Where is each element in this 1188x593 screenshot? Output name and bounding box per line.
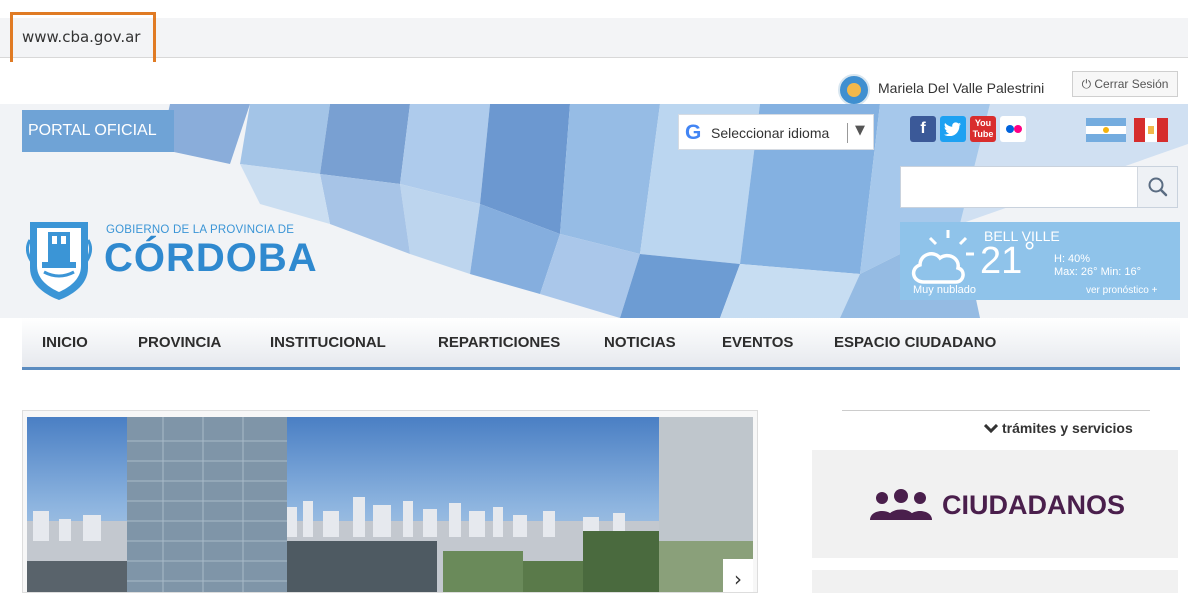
tramites-servicios-label: trámites y servicios	[1002, 420, 1133, 436]
weather-description: Muy nublado	[913, 284, 976, 296]
nav-item-reparticiones[interactable]: REPARTICIONES	[438, 334, 560, 351]
chevron-down-icon: ▼	[855, 123, 865, 138]
language-select-label: Seleccionar idioma	[711, 125, 830, 141]
language-select[interactable]: G Seleccionar idioma ▼	[678, 114, 874, 150]
argentina-flag-icon[interactable]	[1086, 118, 1126, 142]
search-box	[900, 166, 1178, 208]
nav-item-eventos[interactable]: EVENTOS	[722, 334, 793, 351]
slider-image	[27, 417, 753, 592]
tramites-servicios-toggle[interactable]: trámites y servicios	[983, 420, 1133, 436]
user-bar: Mariela Del Valle Palestrini ⏻ Cerrar Se…	[0, 62, 1188, 106]
weather-humidity: H: 40%	[1054, 253, 1091, 265]
user-avatar-icon	[838, 74, 870, 106]
twitter-icon[interactable]	[940, 116, 966, 142]
page: www.cba.gov.ar Mariela Del Valle Palestr…	[0, 0, 1188, 593]
logo-title[interactable]: CÓRDOBA	[104, 236, 318, 281]
weather-forecast-link[interactable]: ver pronóstico +	[1086, 285, 1157, 296]
portal-oficial-tag: PORTAL OFICIAL	[22, 110, 174, 152]
google-icon: G	[685, 121, 702, 144]
site-header: PORTAL OFICIAL G Seleccionar idioma ▼ f …	[0, 104, 1188, 318]
ciudadanos-label: CIUDADANOS	[942, 490, 1126, 520]
nav-item-noticias[interactable]: NOTICIAS	[604, 334, 676, 351]
search-input[interactable]	[901, 167, 1137, 207]
nav-item-institucional[interactable]: INSTITUCIONAL	[270, 334, 386, 351]
nav-item-espacio-ciudadano[interactable]: ESPACIO CIUDADANO	[834, 334, 996, 351]
weather-degree-symbol: °	[1024, 236, 1036, 267]
chevron-down-icon	[983, 424, 999, 434]
weather-widget[interactable]: BELL VILLE 21 ° H: 40% Max: 26° Min: 16°…	[900, 222, 1180, 300]
slider-next-arrow[interactable]: ›	[723, 559, 753, 592]
people-group-icon	[870, 489, 932, 520]
search-button[interactable]	[1137, 167, 1177, 207]
browser-url-bar[interactable]	[0, 18, 1188, 58]
youtube-icon[interactable]: You Tube	[970, 116, 996, 142]
language-select-divider	[847, 123, 848, 143]
logo-subtitle: GOBIERNO DE LA PROVINCIA DE	[106, 224, 295, 236]
facebook-icon[interactable]: f	[910, 116, 936, 142]
user-name[interactable]: Mariela Del Valle Palestrini	[878, 80, 1044, 96]
tramites-divider	[842, 410, 1150, 411]
logout-button[interactable]: ⏻ Cerrar Sesión	[1072, 71, 1178, 97]
main-nav: INICIO PROVINCIA INSTITUCIONAL REPARTICI…	[22, 318, 1180, 370]
cloudy-weather-icon	[911, 230, 974, 284]
nav-item-inicio[interactable]: INICIO	[42, 334, 88, 351]
weather-temperature: 21	[980, 240, 1023, 282]
flickr-icon[interactable]	[1000, 116, 1026, 142]
search-icon	[1148, 177, 1168, 197]
nav-item-provincia[interactable]: PROVINCIA	[138, 334, 221, 351]
url-text[interactable]: www.cba.gov.ar	[22, 28, 140, 46]
cordoba-flag-icon[interactable]	[1134, 118, 1168, 142]
ciudadanos-button[interactable]: CIUDADANOS	[812, 450, 1178, 558]
sidebar-next-card[interactable]	[812, 570, 1178, 593]
news-slider[interactable]: ›	[22, 410, 758, 593]
weather-min-max: Max: 26° Min: 16°	[1054, 266, 1142, 278]
